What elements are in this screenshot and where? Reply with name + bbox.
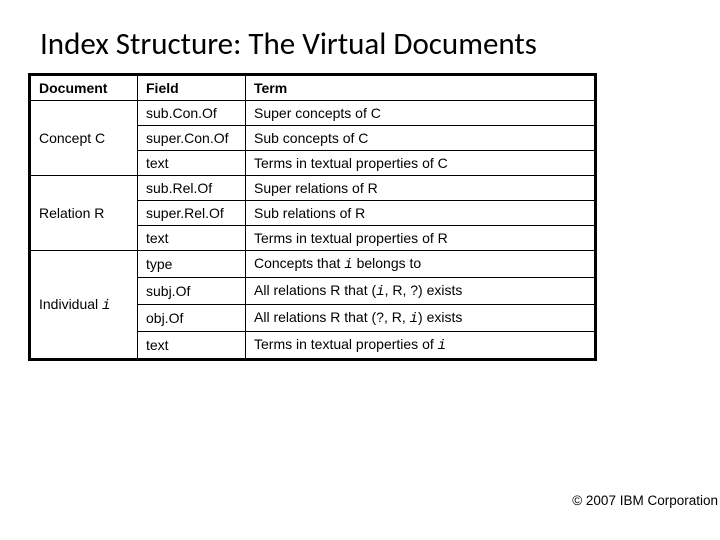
header-term: Term: [246, 75, 596, 101]
term-cell: Terms in textual properties of C: [246, 151, 596, 176]
term-cell: Terms in textual properties of i: [246, 332, 596, 360]
doc-cell: Concept C: [30, 101, 138, 176]
table-container: DocumentFieldTermConcept Csub.Con.OfSupe…: [0, 73, 720, 361]
term-cell: Terms in textual properties of R: [246, 226, 596, 251]
field-cell: text: [138, 226, 246, 251]
term-cell: Sub relations of R: [246, 201, 596, 226]
virtual-documents-table: DocumentFieldTermConcept Csub.Con.OfSupe…: [28, 73, 597, 361]
field-cell: sub.Rel.Of: [138, 176, 246, 201]
table-row: Concept Csub.Con.OfSuper concepts of C: [30, 101, 596, 126]
term-cell: All relations R that (i, R, ?) exists: [246, 278, 596, 305]
table-row: Relation Rsub.Rel.OfSuper relations of R: [30, 176, 596, 201]
doc-cell: Individual i: [30, 251, 138, 360]
header-document: Document: [30, 75, 138, 101]
term-cell: Super relations of R: [246, 176, 596, 201]
copyright-label: © 2007 IBM Corporation: [572, 493, 718, 508]
field-cell: super.Con.Of: [138, 126, 246, 151]
term-cell: All relations R that (?, R, i) exists: [246, 305, 596, 332]
header-field: Field: [138, 75, 246, 101]
field-cell: subj.Of: [138, 278, 246, 305]
table-header-row: DocumentFieldTerm: [30, 75, 596, 101]
field-cell: text: [138, 332, 246, 360]
doc-cell: Relation R: [30, 176, 138, 251]
field-cell: text: [138, 151, 246, 176]
term-cell: Super concepts of C: [246, 101, 596, 126]
field-cell: sub.Con.Of: [138, 101, 246, 126]
field-cell: super.Rel.Of: [138, 201, 246, 226]
field-cell: obj.Of: [138, 305, 246, 332]
term-cell: Sub concepts of C: [246, 126, 596, 151]
term-cell: Concepts that i belongs to: [246, 251, 596, 278]
field-cell: type: [138, 251, 246, 278]
slide-title: Index Structure: The Virtual Documents: [0, 0, 720, 73]
slide: Index Structure: The Virtual Documents D…: [0, 0, 720, 540]
table-row: Individual itypeConcepts that i belongs …: [30, 251, 596, 278]
